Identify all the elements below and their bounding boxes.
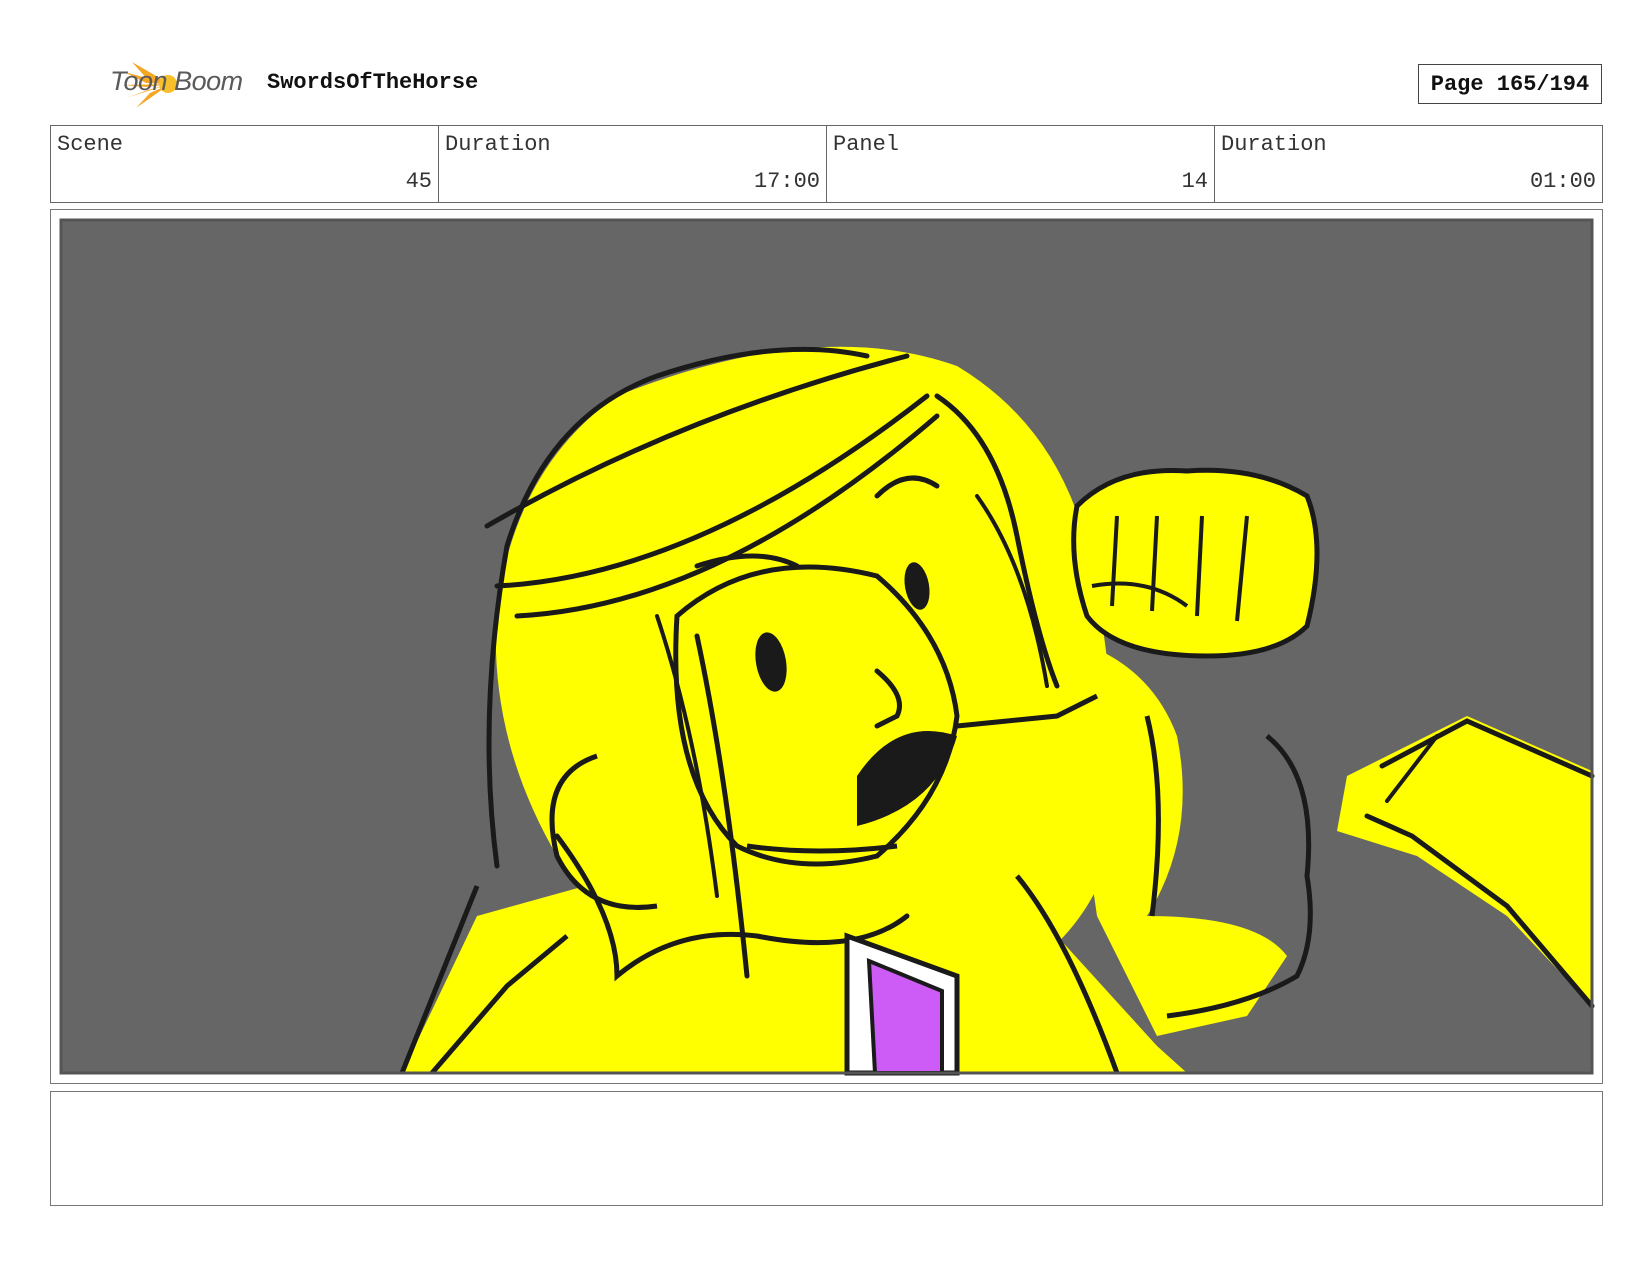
logo-text: Toon Boom bbox=[110, 66, 243, 96]
face-shape bbox=[673, 564, 960, 867]
storyboard-drawing bbox=[57, 216, 1596, 1077]
storyboard-image-frame bbox=[50, 209, 1603, 1084]
panel-value: 14 bbox=[1181, 169, 1208, 194]
scene-label: Scene bbox=[57, 132, 124, 157]
scene-value: 45 bbox=[405, 169, 432, 194]
panel-duration-cell: Duration 01:00 bbox=[1215, 126, 1602, 202]
panel-info-table: Scene 45 Duration 17:00 Panel 14 Duratio… bbox=[50, 125, 1603, 203]
page-indicator: Page 165/194 bbox=[1418, 64, 1602, 104]
scene-duration-label: Duration bbox=[445, 132, 551, 157]
fist-shape bbox=[1071, 467, 1320, 659]
panel-label: Panel bbox=[833, 132, 900, 157]
panel-duration-label: Duration bbox=[1221, 132, 1327, 157]
panel-duration-value: 01:00 bbox=[1529, 169, 1596, 194]
scene-duration-cell: Duration 17:00 bbox=[439, 126, 827, 202]
scene-duration-value: 17:00 bbox=[753, 169, 820, 194]
project-title: SwordsOfTheHorse bbox=[267, 70, 479, 95]
panel-cell: Panel 14 bbox=[827, 126, 1215, 202]
scene-cell: Scene 45 bbox=[51, 126, 439, 202]
panel-notes-box bbox=[50, 1091, 1603, 1206]
